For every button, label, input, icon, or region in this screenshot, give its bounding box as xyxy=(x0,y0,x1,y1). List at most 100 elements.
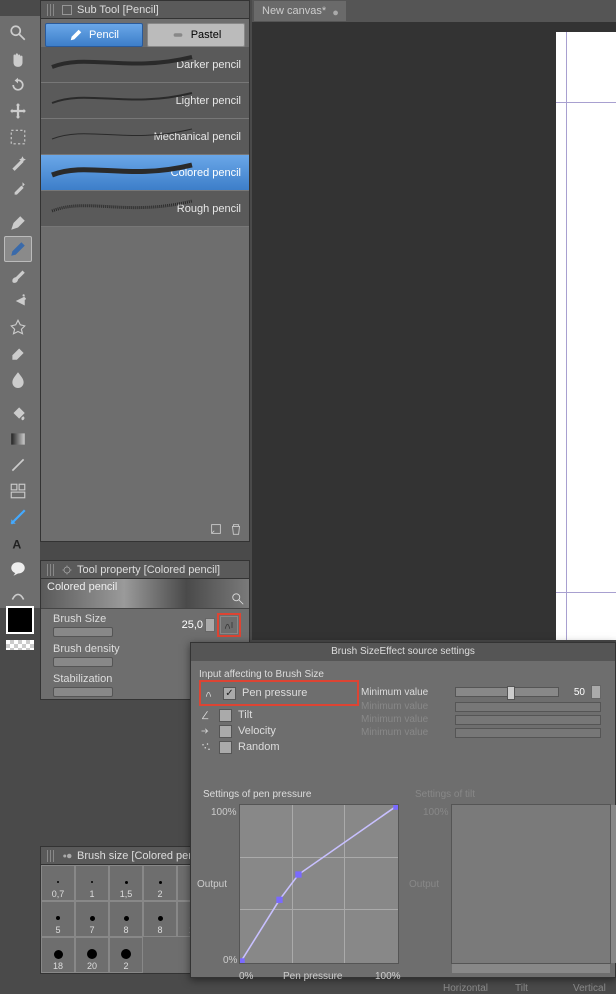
y0-label: 0% xyxy=(223,955,237,966)
rotate-tool[interactable] xyxy=(4,72,32,98)
line-tool[interactable] xyxy=(4,452,32,478)
velocity-checkbox[interactable] xyxy=(219,725,232,738)
eyedropper-tool[interactable] xyxy=(4,176,32,202)
tab-label: Pastel xyxy=(191,29,222,41)
frame-tool[interactable] xyxy=(4,478,32,504)
foreground-color[interactable] xyxy=(6,606,34,634)
input-row-pressure: Pen pressure xyxy=(203,686,355,700)
graph-area: Settings of pen pressure 100% Output 0% xyxy=(199,789,609,967)
min-row-random: Minimum value xyxy=(361,727,601,738)
text-tool[interactable]: A xyxy=(4,530,32,556)
brushsize-label: 1 xyxy=(89,889,94,899)
min-value[interactable]: 50 xyxy=(565,687,585,698)
input-row-velocity: Velocity xyxy=(199,724,359,738)
random-checkbox[interactable] xyxy=(219,741,232,754)
brushsize-label: 2 xyxy=(157,889,162,899)
brushsize-label: 8 xyxy=(157,925,162,935)
brushsize-preset[interactable]: 1,5 xyxy=(109,865,143,901)
brushsize-preset[interactable]: 0,7 xyxy=(41,865,75,901)
subtool-item-lighter[interactable]: Lighter pencil xyxy=(41,83,249,119)
subtool-item-colored[interactable]: Colored pencil xyxy=(41,155,249,191)
brush-size-spinner[interactable] xyxy=(205,618,215,632)
transparent-color[interactable] xyxy=(6,640,34,650)
brushsize-preset[interactable]: 2 xyxy=(143,865,177,901)
canvas[interactable] xyxy=(556,32,616,640)
input-row-random: Random xyxy=(199,740,359,754)
subtool-item-mechanical[interactable]: Mechanical pencil xyxy=(41,119,249,155)
hand-tool[interactable] xyxy=(4,46,32,72)
canvas-tab[interactable]: New canvas* ● xyxy=(254,1,346,21)
brushsize-preset[interactable]: 7 xyxy=(75,901,109,937)
brushsize-preset[interactable]: 8 xyxy=(143,901,177,937)
subtool-item-rough[interactable]: Rough pencil xyxy=(41,191,249,227)
marquee-tool[interactable] xyxy=(4,124,32,150)
canvas-area: New canvas* ● xyxy=(252,0,616,640)
subtool-list: Darker pencil Lighter pencil Mechanical … xyxy=(41,47,249,227)
velocity-icon xyxy=(199,724,213,738)
brushsize-preset[interactable]: 5 xyxy=(41,901,75,937)
x0-label: 0% xyxy=(239,971,253,982)
svg-text:A: A xyxy=(12,538,21,552)
min-spinner[interactable] xyxy=(591,685,601,699)
brushsize-preset[interactable]: 18 xyxy=(41,937,75,973)
eraser-tool[interactable] xyxy=(4,340,32,366)
min-label: Minimum value xyxy=(361,714,449,725)
ruler-tool[interactable] xyxy=(4,504,32,530)
new-subtool-icon[interactable] xyxy=(209,522,223,536)
y100-label: 100% xyxy=(423,807,449,818)
pressure-graph[interactable] xyxy=(239,804,399,964)
tilt-label: Tilt xyxy=(238,709,252,721)
balloon-tool[interactable] xyxy=(4,556,32,582)
min-slider xyxy=(455,728,601,738)
brushsize-preset[interactable]: 20 xyxy=(75,937,109,973)
delete-subtool-icon[interactable] xyxy=(229,522,243,536)
subtool-tab-pencil[interactable]: Pencil xyxy=(45,23,143,47)
canvas-tab-bar: New canvas* ● xyxy=(252,0,616,22)
pressure-checkbox[interactable] xyxy=(223,687,236,700)
pen-tool[interactable] xyxy=(4,210,32,236)
gradient-tool[interactable] xyxy=(4,426,32,452)
stabilization-slider[interactable] xyxy=(53,687,113,697)
decoration-tool[interactable] xyxy=(4,314,32,340)
brushsize-label: 18 xyxy=(53,961,63,971)
preview-label: Colored pencil xyxy=(47,581,117,593)
subtool-tab-pastel[interactable]: Pastel xyxy=(147,23,245,47)
scroll-vertical[interactable] xyxy=(610,805,616,963)
brush-size-value[interactable]: 25,0 xyxy=(173,619,203,631)
magnifier-icon[interactable] xyxy=(231,592,245,606)
magnifier-tool[interactable] xyxy=(4,20,32,46)
brushsize-label: 0,7 xyxy=(52,889,65,899)
brushsize-label: 2 xyxy=(123,961,128,971)
fill-tool[interactable] xyxy=(4,400,32,426)
tilt-checkbox[interactable] xyxy=(219,709,232,722)
tab-label: Pencil xyxy=(89,29,119,41)
main-toolbar: A xyxy=(0,16,40,608)
brush-density-slider[interactable] xyxy=(53,657,113,667)
wand-tool[interactable] xyxy=(4,150,32,176)
subtool-item-darker[interactable]: Darker pencil xyxy=(41,47,249,83)
brushsize-preset[interactable]: 2 xyxy=(109,937,143,973)
blend-tool[interactable] xyxy=(4,366,32,392)
scroll-horizontal[interactable] xyxy=(452,963,610,973)
brush-tool[interactable] xyxy=(4,262,32,288)
xlabel: Pen pressure xyxy=(283,971,342,982)
min-row-tilt: Minimum value xyxy=(361,701,601,712)
brushsize-label: 1,5 xyxy=(120,889,133,899)
tilt-graph-container: Settings of tilt 100% Output Horizontal … xyxy=(415,789,611,967)
brushsize-preset[interactable]: 1 xyxy=(75,865,109,901)
subtool-header[interactable]: Sub Tool [Pencil] xyxy=(41,1,249,19)
brush-dynamics-button[interactable] xyxy=(220,616,238,634)
brush-size-row: Brush Size 25,0 xyxy=(41,609,249,639)
guide-vertical xyxy=(566,32,567,640)
airbrush-tool[interactable] xyxy=(4,288,32,314)
move-tool[interactable] xyxy=(4,98,32,124)
pencil-tool[interactable] xyxy=(4,236,32,262)
brush-size-slider[interactable] xyxy=(53,627,113,637)
random-icon xyxy=(199,740,213,754)
min-slider[interactable] xyxy=(455,687,559,697)
min-slider xyxy=(455,702,601,712)
brushsize-preset[interactable]: 8 xyxy=(109,901,143,937)
gear-icon xyxy=(61,564,73,576)
toolprop-header[interactable]: Tool property [Colored pencil] xyxy=(41,561,249,579)
close-icon[interactable]: ● xyxy=(332,7,340,15)
